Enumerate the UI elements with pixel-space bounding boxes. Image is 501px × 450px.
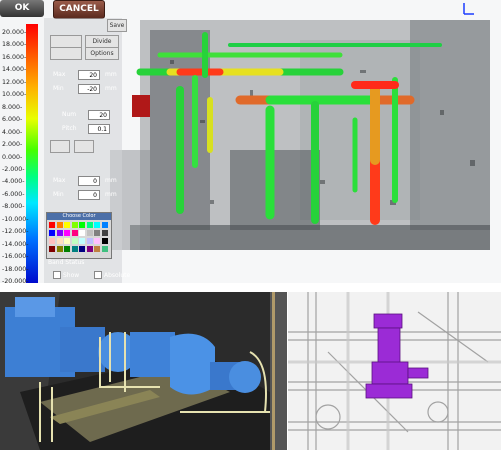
color-swatch[interactable]: [71, 230, 78, 236]
color-swatch[interactable]: [64, 230, 70, 236]
color-swatch[interactable]: [79, 246, 85, 252]
color-chooser-title: Choose Color: [47, 213, 111, 220]
color-scale-tick: -10.000-: [2, 215, 29, 223]
show-label: Show: [63, 272, 80, 279]
num-label: Num: [62, 111, 77, 118]
color-scale-tick: 6.000-: [2, 116, 23, 124]
color-scale-tick: -14.000-: [2, 240, 29, 248]
pitch-label: Pitch: [62, 125, 77, 132]
cancel-button[interactable]: CANCEL: [53, 0, 105, 19]
color-chooser-dialog: Choose Color: [46, 212, 112, 259]
point-cloud-view[interactable]: [110, 0, 501, 283]
color-swatch[interactable]: [86, 238, 93, 244]
color-swatch[interactable]: [86, 246, 93, 252]
color-swatch[interactable]: [56, 230, 63, 236]
color-swatch[interactable]: [101, 238, 108, 244]
show-checkbox[interactable]: [53, 271, 61, 279]
reset-button[interactable]: [74, 140, 94, 153]
max-unit: mm: [105, 71, 117, 78]
color-swatch[interactable]: [56, 238, 63, 244]
color-swatch[interactable]: [94, 230, 100, 236]
pitch-input[interactable]: 0.1: [88, 124, 110, 134]
color-swatch[interactable]: [94, 246, 100, 252]
color-scale-tick: 16.000-: [2, 53, 27, 61]
save-button[interactable]: Save: [107, 19, 127, 32]
color-swatch[interactable]: [101, 230, 108, 236]
color-swatch[interactable]: [79, 238, 85, 244]
color-scale-tick: 18.000-: [2, 41, 27, 49]
absolute-checkbox[interactable]: [94, 271, 102, 279]
min-input[interactable]: -20: [78, 84, 100, 94]
color-scale-tick: -2.000-: [2, 165, 25, 173]
color-scale-tick: 8.000-: [2, 103, 23, 111]
color-scale-tick: -12.000-: [2, 228, 29, 236]
min2-input[interactable]: 0: [78, 190, 100, 200]
min-unit: mm: [105, 85, 117, 92]
max2-label: Max: [53, 177, 66, 184]
absolute-label: Absolute: [104, 272, 131, 279]
color-scale-tick: -6.000-: [2, 190, 25, 198]
color-scale-tick: -18.000-: [2, 265, 29, 273]
min2-label: Min: [53, 191, 64, 198]
max-label: Max: [53, 71, 66, 78]
color-options-button[interactable]: [50, 47, 82, 60]
color-swatch[interactable]: [71, 238, 78, 244]
color-swatch[interactable]: [49, 238, 55, 244]
color-swatch[interactable]: [56, 246, 63, 252]
band-status-label: Band Status: [48, 259, 85, 266]
color-swatch[interactable]: [64, 246, 70, 252]
color-swatch[interactable]: [49, 230, 55, 236]
ok-button[interactable]: OK: [0, 0, 44, 17]
color-scale-tick: 4.000-: [2, 128, 23, 136]
color-swatch[interactable]: [64, 238, 70, 244]
color-scale-tick: 12.000-: [2, 78, 27, 86]
pump-train-model-view[interactable]: [0, 292, 287, 450]
min-label: Min: [53, 85, 64, 92]
color-scale-tick: 0.000-: [2, 153, 23, 161]
options-button[interactable]: Options: [85, 47, 119, 60]
color-swatch[interactable]: [49, 246, 55, 252]
color-swatch[interactable]: [86, 230, 93, 236]
color-swatch[interactable]: [101, 246, 108, 252]
deviation-viewer: OK CANCEL 20.000- 18.000- 16.000- 14.000- 12…: [0, 0, 501, 283]
max2-input[interactable]: 0: [78, 176, 100, 186]
color-scale-tick: 20.000-: [2, 29, 27, 36]
color-scale-tick: 10.000-: [2, 91, 27, 99]
pump-xray-model-view[interactable]: [288, 292, 501, 450]
max-input[interactable]: 20: [78, 70, 100, 80]
color-swatch[interactable]: [56, 222, 63, 228]
color-swatch[interactable]: [64, 222, 70, 228]
color-scale-tick: -16.000-: [2, 253, 29, 261]
color-swatch[interactable]: [79, 222, 85, 228]
color-scale-tick: -20.000-: [2, 278, 29, 283]
min2-unit: mm: [105, 191, 117, 198]
color-swatch[interactable]: [101, 222, 108, 228]
color-scale-tick: -4.000-: [2, 178, 25, 186]
color-scale-tick: 14.000-: [2, 66, 27, 74]
color-swatch[interactable]: [71, 222, 78, 228]
color-swatch[interactable]: [94, 222, 100, 228]
color-scale-tick: 2.000-: [2, 141, 23, 149]
apply-button[interactable]: [50, 140, 70, 153]
color-swatch[interactable]: [49, 222, 55, 228]
num-input[interactable]: 20: [88, 110, 110, 120]
color-swatch[interactable]: [94, 238, 100, 244]
max2-unit: mm: [105, 177, 117, 184]
color-swatch[interactable]: [86, 222, 93, 228]
color-scale-tick: -8.000-: [2, 203, 25, 211]
color-swatch[interactable]: [71, 246, 78, 252]
color-swatch[interactable]: [79, 230, 85, 236]
